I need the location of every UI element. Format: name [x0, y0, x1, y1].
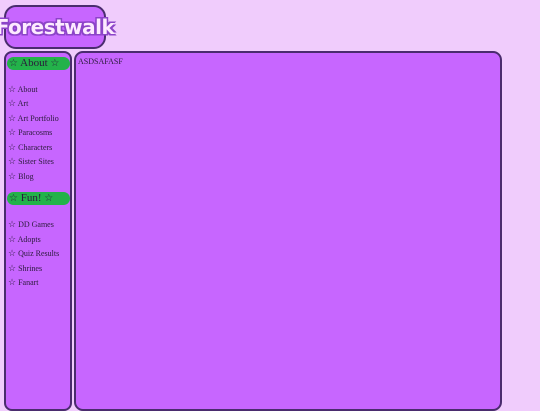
- section-title: Fun!: [20, 192, 42, 204]
- logo-text: Forestwalk: [0, 15, 115, 39]
- site-logo[interactable]: Forestwalk: [0, 5, 115, 49]
- star-icon: ☆: [8, 171, 17, 181]
- nav-item-about[interactable]: ☆ About: [8, 84, 38, 95]
- section-header-fun: ☆ Fun! ☆: [7, 192, 70, 205]
- nav-label: Art Portfolio: [17, 114, 59, 123]
- nav-label: Art: [17, 99, 29, 108]
- nav-label: Shrines: [18, 264, 43, 273]
- nav-label: About: [17, 85, 38, 94]
- nav-item-sister-sites[interactable]: ☆ Sister Sites: [8, 156, 54, 167]
- star-icon: ☆: [44, 193, 54, 204]
- star-icon: ☆: [8, 248, 17, 258]
- nav-item-blog[interactable]: ☆ Blog: [8, 171, 34, 182]
- main-text: ASDSAFASF: [78, 57, 123, 66]
- nav-item-characters[interactable]: ☆ Characters: [8, 142, 52, 153]
- star-icon: ☆: [8, 219, 17, 229]
- nav-label: Paracosms: [18, 128, 53, 137]
- star-icon: ☆: [8, 234, 17, 244]
- nav-item-adopts[interactable]: ☆ Adopts: [8, 234, 41, 245]
- main-content: ASDSAFASF: [74, 51, 502, 411]
- star-icon: ☆: [8, 127, 17, 137]
- star-icon: ☆: [8, 263, 17, 273]
- star-icon: ☆: [9, 193, 18, 204]
- nav-label: Adopts: [17, 235, 41, 244]
- nav-item-dd-games[interactable]: ☆ DD Games: [8, 219, 54, 230]
- nav-label: DD Games: [18, 220, 54, 229]
- section-header-about: ☆ About ☆: [7, 57, 70, 70]
- star-icon: ☆: [50, 58, 60, 69]
- nav-label: Fanart: [18, 278, 39, 287]
- nav-item-shrines[interactable]: ☆ Shrines: [8, 263, 42, 274]
- nav-label: Blog: [18, 172, 34, 181]
- star-icon: ☆: [8, 156, 17, 166]
- nav-label: Characters: [18, 143, 53, 152]
- nav-item-quiz-results[interactable]: ☆ Quiz Results: [8, 248, 59, 259]
- nav-item-paracosms[interactable]: ☆ Paracosms: [8, 127, 52, 138]
- star-icon: ☆: [8, 84, 17, 94]
- star-icon: ☆: [9, 58, 18, 69]
- nav-label: Quiz Results: [18, 249, 60, 258]
- star-icon: ☆: [8, 142, 17, 152]
- star-icon: ☆: [8, 277, 17, 287]
- nav-item-art[interactable]: ☆ Art: [8, 98, 28, 109]
- nav-item-art-portfolio[interactable]: ☆ Art Portfolio: [8, 113, 59, 124]
- section-title: About: [20, 57, 48, 69]
- nav-label: Sister Sites: [18, 157, 54, 166]
- nav-item-fanart[interactable]: ☆ Fanart: [8, 277, 39, 288]
- sidebar: ☆ About ☆ ☆ About ☆ Art ☆ Art Portfolio …: [4, 51, 72, 411]
- star-icon: ☆: [8, 98, 17, 108]
- star-icon: ☆: [8, 113, 17, 123]
